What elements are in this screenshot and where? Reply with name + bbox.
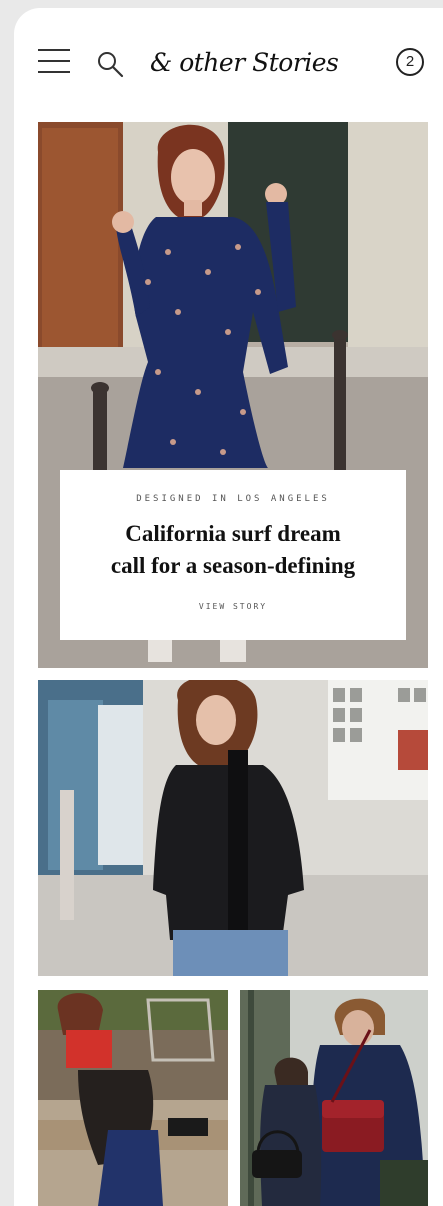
story-eyebrow: DESIGNED IN LOS ANGELES — [136, 494, 330, 504]
story-headline-line-2: call for a season-defining — [110, 553, 356, 578]
search-icon[interactable] — [96, 50, 124, 78]
look-tile-black-blouse[interactable] — [38, 680, 428, 976]
shopping-bag-count[interactable]: 2 — [396, 48, 424, 76]
hamburger-menu-icon[interactable] — [38, 48, 70, 74]
look-photo-black-blouse — [38, 680, 428, 976]
look-photo-red-book — [38, 990, 228, 1206]
hero-story-card[interactable]: DESIGNED IN LOS ANGELES California surf … — [38, 122, 428, 668]
story-headline-line-1: California surf dream — [125, 521, 341, 546]
look-photo-red-bag — [240, 990, 428, 1206]
app-screen: & other Stories 2 DESIGNED IN LOS ANGELE… — [14, 8, 443, 1206]
look-tile-red-book[interactable] — [38, 990, 228, 1206]
view-story-link[interactable]: VIEW STORY — [60, 602, 406, 611]
brand-logo[interactable]: & other Stories — [150, 40, 340, 86]
story-headline: California surf dream call for a season-… — [60, 518, 406, 582]
top-bar: & other Stories 2 — [14, 8, 443, 112]
story-caption-card[interactable]: DESIGNED IN LOS ANGELES California surf … — [60, 470, 406, 640]
look-tile-red-bag[interactable] — [240, 990, 428, 1206]
